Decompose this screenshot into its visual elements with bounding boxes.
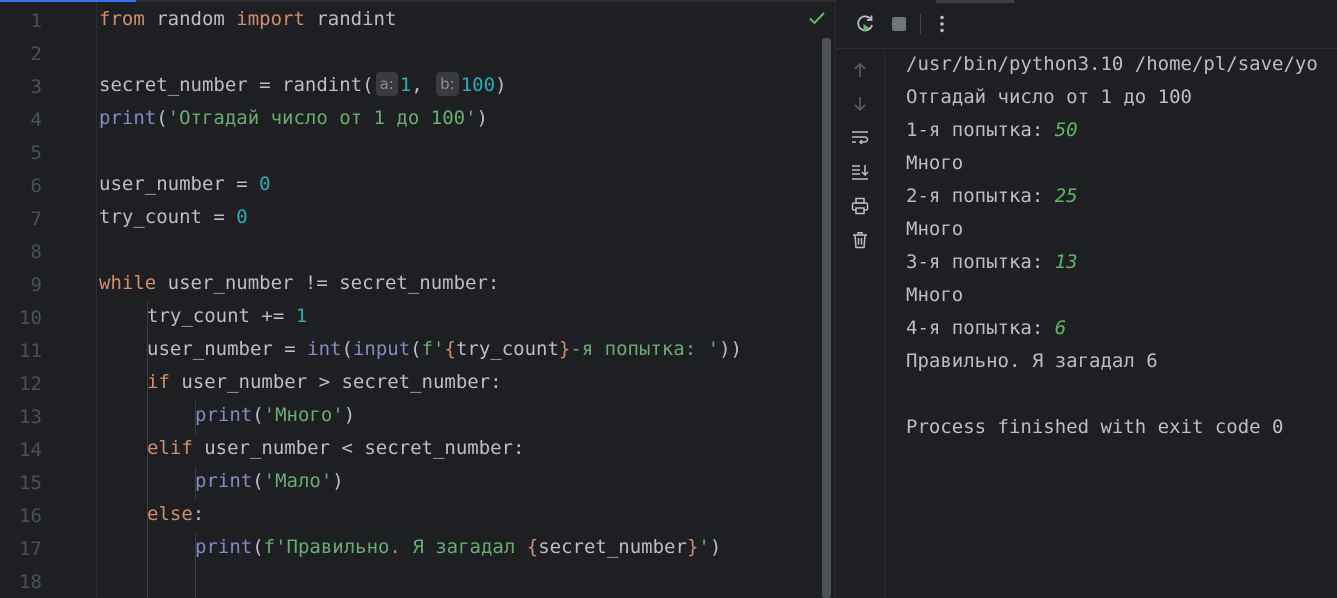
- code-line[interactable]: user_number = int(input(f'{try_count}-я …: [147, 333, 742, 366]
- console-line: 1-я попытка: 50: [906, 119, 1078, 141]
- line-number-gutter: 1 2 3 4 5 6 7 8 9 10 11 12 13 14 15 16 1…: [0, 2, 97, 598]
- trash-icon[interactable]: [848, 228, 872, 252]
- line-number: 9: [30, 274, 42, 296]
- user-input-value: 13: [1054, 251, 1078, 273]
- line-number: 18: [19, 571, 42, 593]
- console-line: Много: [906, 152, 964, 174]
- line-number: 11: [19, 340, 42, 362]
- code-line[interactable]: secret_number = randint(a: 1, b: 100): [99, 69, 507, 102]
- run-toolbar: [836, 0, 1337, 49]
- parameter-hint: a:: [375, 72, 398, 96]
- arrow-down-icon[interactable]: [848, 92, 872, 116]
- no-problems-check-icon[interactable]: [805, 6, 829, 30]
- console-line: Много: [906, 218, 964, 240]
- console-line: 4-я попытка: 6: [906, 317, 1067, 339]
- code-line[interactable]: try_count = 0: [99, 201, 248, 234]
- line-number: 1: [30, 10, 42, 32]
- console-side-toolbar: [836, 48, 885, 598]
- console-line: /usr/bin/python3.10 /home/pl/save/yo: [906, 53, 1318, 75]
- code-line[interactable]: elif user_number < secret_number:: [147, 432, 525, 465]
- code-line[interactable]: print('Отгадай число от 1 до 100'): [99, 102, 488, 135]
- run-tool-window: /usr/bin/python3.10 /home/pl/save/yo Отг…: [835, 0, 1337, 598]
- line-number: 14: [19, 439, 42, 461]
- code-line[interactable]: else:: [147, 498, 204, 531]
- line-number: 13: [19, 406, 42, 428]
- line-number: 15: [19, 472, 42, 494]
- arrow-up-icon[interactable]: [848, 58, 872, 82]
- code-area[interactable]: from random import randint secret_number…: [99, 2, 821, 598]
- code-editor[interactable]: 1 2 3 4 5 6 7 8 9 10 11 12 13 14 15 16 1…: [0, 0, 835, 598]
- soft-wrap-icon[interactable]: [848, 126, 872, 150]
- code-line[interactable]: print(f'Правильно. Я загадал {secret_num…: [195, 531, 721, 564]
- console-line: Отгадай число от 1 до 100: [906, 86, 1192, 108]
- code-line[interactable]: while user_number != secret_number:: [99, 267, 499, 300]
- stop-icon[interactable]: [887, 12, 911, 36]
- console-output[interactable]: /usr/bin/python3.10 /home/pl/save/yo Отг…: [906, 48, 1337, 598]
- line-number: 4: [30, 109, 42, 131]
- user-input-value: 25: [1054, 185, 1078, 207]
- code-line[interactable]: user_number = 0: [99, 168, 271, 201]
- line-number: 10: [19, 307, 42, 329]
- print-icon[interactable]: [848, 194, 872, 218]
- line-number: 6: [30, 175, 42, 197]
- line-number: 16: [19, 505, 42, 527]
- code-line[interactable]: print('Много'): [195, 399, 355, 432]
- console-line: 2-я попытка: 25: [906, 185, 1078, 207]
- rerun-icon[interactable]: [853, 12, 877, 36]
- line-number: 2: [30, 43, 42, 65]
- run-tab-indicator: [936, 0, 1014, 3]
- line-number: 7: [30, 208, 42, 230]
- line-number: 8: [30, 241, 42, 263]
- code-line[interactable]: print('Мало'): [195, 465, 344, 498]
- more-options-icon[interactable]: [930, 12, 954, 36]
- code-line[interactable]: try_count += 1: [147, 300, 307, 333]
- user-input-value: 50: [1054, 119, 1078, 141]
- console-line: Много: [906, 284, 964, 306]
- user-input-value: 6: [1054, 317, 1067, 339]
- line-number: 12: [19, 373, 42, 395]
- code-line[interactable]: from random import randint: [99, 3, 396, 36]
- code-line[interactable]: if user_number > secret_number:: [147, 366, 502, 399]
- line-number: 17: [19, 538, 42, 560]
- console-line: 3-я попытка: 13: [906, 251, 1078, 273]
- line-number: 5: [30, 142, 42, 164]
- toolbar-separator: [920, 14, 921, 34]
- console-line: Правильно. Я загадал 6: [906, 350, 1158, 372]
- process-finished-message: Process finished with exit code 0: [906, 416, 1284, 438]
- parameter-hint: b:: [436, 72, 459, 96]
- scroll-to-end-icon[interactable]: [848, 160, 872, 184]
- editor-scrollbar[interactable]: [822, 38, 831, 598]
- line-number: 3: [30, 76, 42, 98]
